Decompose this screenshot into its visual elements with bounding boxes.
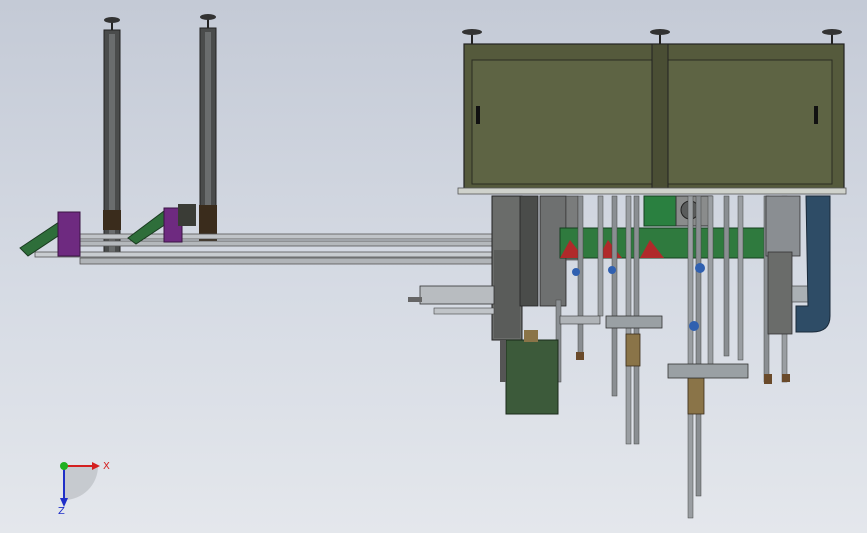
chute-left bbox=[19, 211, 81, 257]
left-post-2 bbox=[199, 14, 217, 243]
cabinet-leveling-feet bbox=[462, 29, 842, 44]
cad-viewport[interactable]: X Z bbox=[0, 0, 867, 533]
y-axis-dot bbox=[60, 462, 68, 470]
side-cylinder bbox=[408, 285, 495, 315]
blue-duct bbox=[795, 195, 831, 333]
triad-shade bbox=[64, 466, 98, 500]
green-box bbox=[500, 330, 559, 415]
cross-plates bbox=[559, 315, 749, 379]
machine-assembly-drawing: X Z bbox=[19, 14, 847, 519]
top-cabinet bbox=[457, 29, 847, 195]
z-axis-label: Z bbox=[58, 506, 65, 517]
coordinate-triad: X Z bbox=[58, 461, 110, 517]
x-axis-label: X bbox=[103, 461, 110, 472]
left-post-1 bbox=[103, 17, 121, 257]
